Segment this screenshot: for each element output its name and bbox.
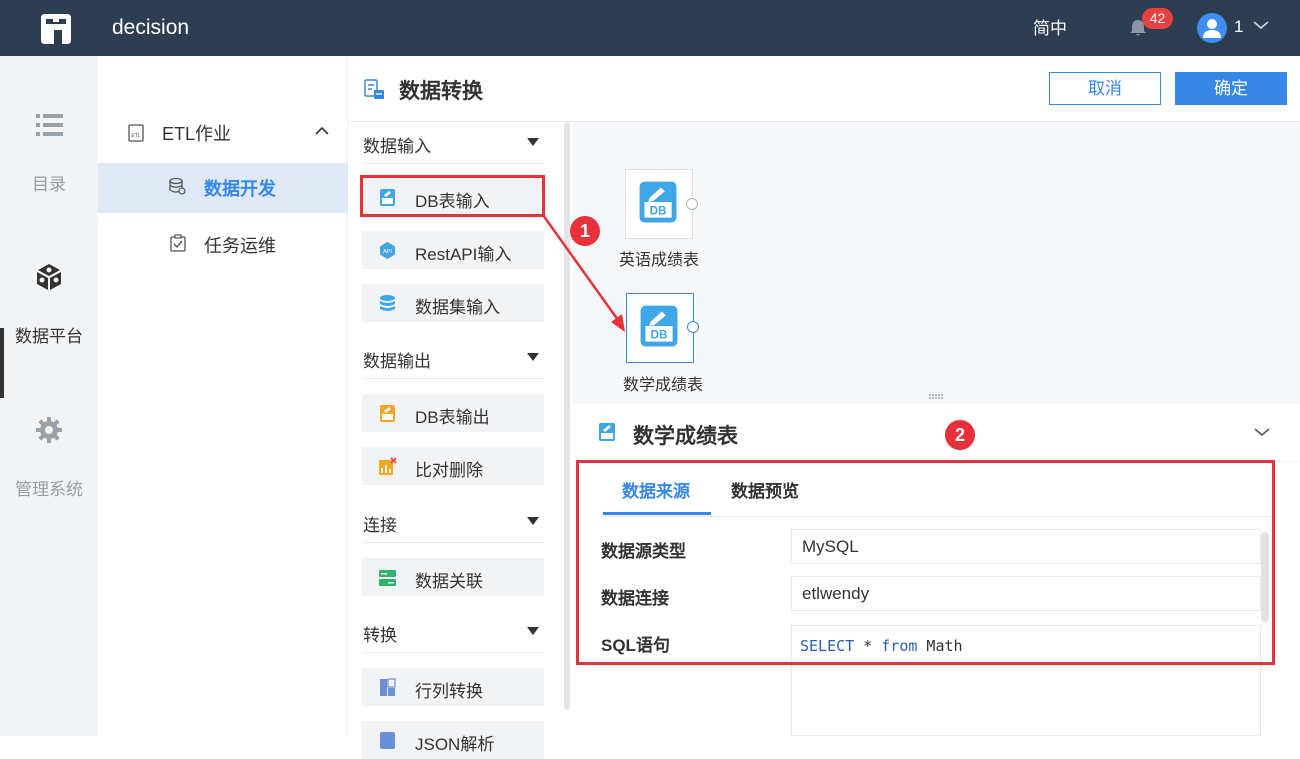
palette-item-label: JSON解析 xyxy=(415,735,495,754)
palette-data-join[interactable]: 数据关联 xyxy=(362,558,544,596)
fine-logo-icon[interactable] xyxy=(37,10,75,48)
db-node-icon: DB xyxy=(639,181,677,223)
left-nav: 目录 数据平台 管理系统 xyxy=(0,56,98,736)
divider xyxy=(362,652,544,653)
palette-restapi-input[interactable]: API RestAPI输入 xyxy=(362,231,544,269)
etl-group[interactable]: ETL作业 xyxy=(162,120,231,146)
detail-title: 数学成绩表 xyxy=(633,425,738,448)
category-join[interactable]: 连接 xyxy=(363,511,397,536)
palette-item-label: 数据关联 xyxy=(415,572,483,591)
db-output-icon xyxy=(380,405,395,422)
palette-item-label: DB表输出 xyxy=(415,408,490,427)
node-label: 数学成绩表 xyxy=(622,377,703,394)
stack-icon xyxy=(380,295,395,311)
category-data-output[interactable]: 数据输出 xyxy=(363,347,431,372)
sub-nav: ETL ETL作业 数据开发 任务运维 xyxy=(98,56,348,736)
clipboard-check-icon xyxy=(170,234,186,252)
nav-data-platform[interactable]: 数据平台 xyxy=(0,322,98,347)
chevron-down-icon[interactable] xyxy=(1252,19,1270,31)
top-bar: decision 简中 42 1 xyxy=(0,0,1300,56)
cancel-button[interactable]: 取消 xyxy=(1049,72,1161,105)
etl-icon: ETL xyxy=(128,124,144,142)
user-icon xyxy=(1203,19,1221,38)
divider xyxy=(362,542,544,543)
db-input-icon xyxy=(599,423,615,441)
app-title: decision xyxy=(112,16,190,39)
resize-grip-icon[interactable] xyxy=(928,393,944,399)
svg-text:ETL: ETL xyxy=(131,133,140,139)
flow-canvas[interactable]: DB 英语成绩表 DB 数学成绩表 xyxy=(573,122,1300,404)
language-switch[interactable]: 简中 xyxy=(1033,14,1067,39)
page-title: 数据转换 xyxy=(399,80,483,103)
caret-down-icon[interactable] xyxy=(527,138,539,146)
data-transform-icon xyxy=(364,79,384,99)
divider xyxy=(362,163,544,164)
compare-delete-icon xyxy=(379,457,397,475)
caret-down-icon[interactable] xyxy=(527,353,539,361)
chevron-down-icon[interactable] xyxy=(1253,426,1271,438)
database-icon xyxy=(169,177,186,195)
node-english-scores[interactable]: DB xyxy=(625,169,693,239)
notification-badge[interactable]: 42 xyxy=(1142,8,1173,29)
json-icon xyxy=(380,732,395,749)
db-node-icon: DB xyxy=(640,305,678,347)
db-tag: DB xyxy=(651,329,668,342)
user-name[interactable]: 1 xyxy=(1234,17,1243,37)
category-data-input[interactable]: 数据输入 xyxy=(363,132,431,157)
confirm-button[interactable]: 确定 xyxy=(1175,72,1287,105)
sidebar-item-task-ops[interactable]: 任务运维 xyxy=(204,232,276,258)
divider xyxy=(362,378,544,379)
palette-item-label: 数据集输入 xyxy=(415,298,500,317)
node-label: 英语成绩表 xyxy=(618,252,699,269)
cubes-icon[interactable] xyxy=(33,262,65,292)
list-icon[interactable] xyxy=(33,110,65,140)
palette-item-label: 比对删除 xyxy=(415,461,483,480)
palette-json-parse[interactable]: JSON解析 xyxy=(362,721,544,759)
svg-text:API: API xyxy=(383,249,392,255)
node-math-scores[interactable]: DB xyxy=(626,293,694,363)
palette-dataset-input[interactable]: 数据集输入 xyxy=(362,284,544,322)
caret-down-icon[interactable] xyxy=(527,627,539,635)
join-icon xyxy=(379,570,396,586)
annotation-marker-2: 2 xyxy=(945,420,975,450)
nav-catalog[interactable]: 目录 xyxy=(0,170,98,195)
category-transform[interactable]: 转换 xyxy=(363,621,397,646)
row-col-icon xyxy=(380,678,396,696)
node-output-port[interactable] xyxy=(687,321,699,333)
caret-down-icon[interactable] xyxy=(527,517,539,525)
gear-icon[interactable] xyxy=(33,415,65,445)
palette-scrollbar[interactable] xyxy=(564,122,570,710)
palette-item-label: 行列转换 xyxy=(415,682,483,701)
nav-management[interactable]: 管理系统 xyxy=(0,475,98,500)
highlight-box-db-input xyxy=(360,175,545,217)
palette-row-col[interactable]: 行列转换 xyxy=(362,668,544,706)
chevron-up-icon[interactable] xyxy=(314,126,330,136)
db-tag: DB xyxy=(650,205,667,218)
sidebar-item-label[interactable]: 数据开发 xyxy=(204,175,276,201)
avatar[interactable] xyxy=(1197,13,1227,43)
page-header: 数据转换 取消 确定 xyxy=(348,56,1300,122)
palette-item-label: RestAPI输入 xyxy=(415,245,512,264)
palette-compare-delete[interactable]: 比对删除 xyxy=(362,447,544,485)
annotation-marker-1: 1 xyxy=(570,216,600,246)
api-icon: API xyxy=(380,242,395,259)
node-output-port[interactable] xyxy=(686,198,698,210)
highlight-box-detail xyxy=(576,460,1275,665)
palette-db-output[interactable]: DB表输出 xyxy=(362,394,544,432)
